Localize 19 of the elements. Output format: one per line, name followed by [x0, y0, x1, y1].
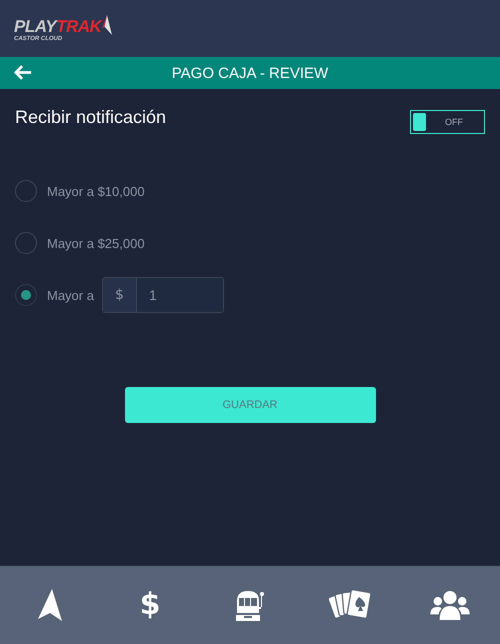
save-button[interactable]: GUARDAR [124, 387, 376, 423]
radio-button[interactable] [15, 180, 37, 202]
dollar-icon[interactable]: $ [140, 589, 160, 621]
currency-prefix: $ [102, 278, 137, 312]
back-arrow-icon[interactable] [14, 65, 32, 80]
option-label: Mayor a $10,000 [47, 184, 145, 198]
notification-label: Recibir notificación [15, 107, 166, 128]
option-label: Mayor a [47, 288, 94, 302]
playing-cards-icon[interactable] [329, 589, 371, 621]
amount-field[interactable]: $ 1 [102, 277, 224, 313]
users-icon[interactable] [429, 590, 471, 620]
page-title: PAGO CAJA - REVIEW [172, 64, 328, 82]
slot-machine-icon[interactable] [235, 589, 265, 621]
navigation-arrow-icon[interactable] [38, 589, 62, 621]
radio-button[interactable] [15, 232, 37, 254]
radio-button[interactable] [15, 284, 37, 306]
amount-value: 1 [148, 286, 158, 305]
option-label: Mayor a $25,000 [47, 236, 145, 250]
notification-toggle[interactable]: OFF [410, 110, 485, 134]
